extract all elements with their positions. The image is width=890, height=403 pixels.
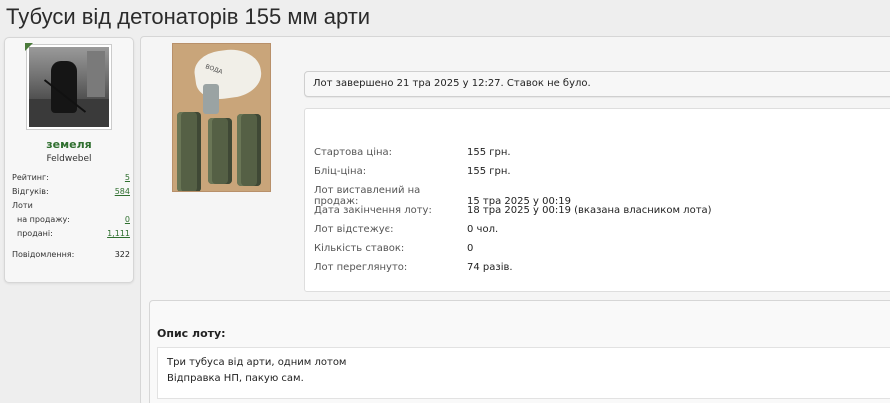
stat-messages-label: Повідомлення: — [12, 250, 75, 259]
stat-feedback: Відгуків: 584 — [12, 187, 130, 196]
detail-row-end-date: Дата закінчення лоту: 18 тра 2025 у 00:19… — [314, 205, 712, 216]
stat-rating-label: Рейтинг: — [12, 173, 49, 182]
detail-value: 74 разів. — [467, 262, 513, 273]
detail-value: 18 тра 2025 у 00:19 (вказана власником л… — [467, 205, 712, 216]
lot-details-table: Стартова ціна: 155 грн. Бліц-ціна: 155 грн… — [304, 108, 890, 292]
detail-label: Кількість ставок: — [314, 243, 405, 254]
detail-label: Лот виставлений на продаж: — [314, 185, 421, 207]
user-rank: Feldwebel — [46, 154, 92, 164]
detail-label: Дата закінчення лоту: — [314, 205, 432, 216]
detail-row-start-price: Стартова ціна: 155 грн. — [314, 147, 511, 158]
detail-label: Лот переглянуто: — [314, 262, 408, 273]
detail-value: 155 грн. — [467, 166, 511, 177]
detail-row-blitz-price: Бліц-ціна: 155 грн. — [314, 166, 511, 177]
stat-lots: Лоти — [12, 201, 130, 210]
online-indicator-icon — [25, 43, 33, 51]
detail-row-watchers: Лот відстежує: 0 чол. — [314, 224, 498, 235]
description-heading: Опис лоту: — [157, 327, 226, 340]
detail-row-listed-date: Лот виставлений на продаж: 15 тра 2025 у … — [314, 185, 571, 207]
stat-lots-label: Лоти — [12, 201, 33, 210]
stat-sold-label: продані: — [17, 229, 53, 238]
detail-label: Лот відстежує: — [314, 224, 394, 235]
stat-rating: Рейтинг: 5 — [12, 173, 130, 182]
stat-sold-value[interactable]: 1,111 — [107, 229, 130, 238]
stat-for-sale-value[interactable]: 0 — [125, 215, 130, 224]
lot-photo[interactable]: ВОДА — [172, 43, 271, 192]
stat-sold: продані: 1,111 — [12, 229, 130, 238]
user-panel: земеля Feldwebel Рейтинг: 5 Відгуків: 58… — [4, 37, 134, 283]
avatar[interactable] — [26, 44, 112, 130]
stat-feedback-value[interactable]: 584 — [115, 187, 130, 196]
lot-description-box: Опис лоту: Три тубуса від арти, одним ло… — [149, 300, 890, 403]
stat-feedback-label: Відгуків: — [12, 187, 49, 196]
stat-messages: Повідомлення: 322 — [12, 250, 130, 259]
detail-value: 0 чол. — [467, 224, 499, 235]
description-line: Відправка НП, пакую сам. — [167, 373, 304, 384]
lot-status-box: Лот завершено 21 тра 2025 у 12:27. Ставо… — [304, 71, 890, 97]
detail-value: 0 — [467, 243, 474, 254]
username-link[interactable]: земеля — [5, 138, 133, 151]
description-line: Три тубуса від арти, одним лотом — [167, 357, 347, 368]
lot-status-text: Лот завершено 21 тра 2025 у 12:27. Ставо… — [313, 78, 591, 89]
detail-value: 155 грн. — [467, 147, 511, 158]
description-body: Три тубуса від арти, одним лотом Відправ… — [157, 347, 890, 399]
detail-row-views: Лот переглянуто: 74 разів. — [314, 262, 513, 273]
detail-row-bid-count: Кількість ставок: 0 — [314, 243, 473, 254]
stat-for-sale: на продажу: 0 — [12, 215, 130, 224]
page-title: Тубуси від детонаторів 155 мм арти — [6, 4, 371, 29]
stat-rating-value[interactable]: 5 — [125, 173, 130, 182]
stat-messages-value: 322 — [114, 250, 130, 259]
detail-label: Стартова ціна: — [314, 147, 393, 158]
detail-label: Бліц-ціна: — [314, 166, 367, 177]
stat-for-sale-label: на продажу: — [17, 215, 70, 224]
